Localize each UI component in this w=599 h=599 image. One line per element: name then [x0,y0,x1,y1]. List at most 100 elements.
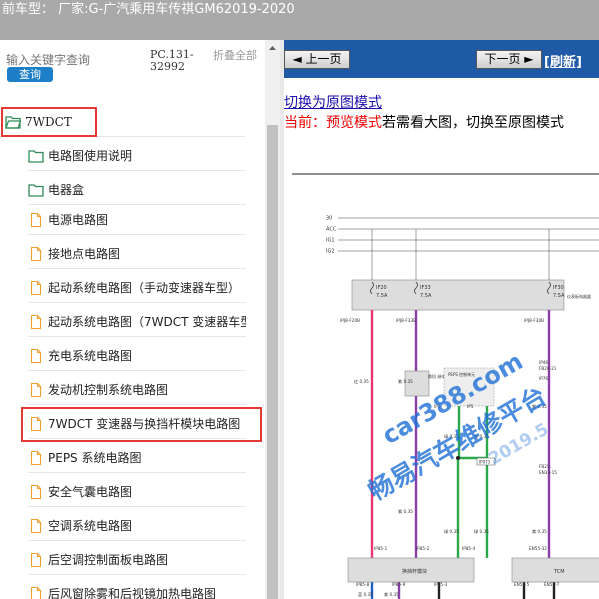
connector-label: IP85-4 [462,546,476,551]
wire-label: 紫 0.35 [532,529,547,534]
folder-icon [28,149,44,163]
mode-hint: 若需看大图，切换至原图模式 [382,115,564,131]
splice-dot [456,456,460,460]
connector-label: IP85-8 [356,582,370,587]
search-row: 查询 PC.131-32992 折叠全部 [0,40,280,96]
mode-current-label: 当前： [284,115,326,131]
car-model-title: 前车型： 厂家:G-广汽乘用车传祺GM62019-2020 [2,2,295,17]
wire-label: 绿 0.35 [444,528,459,534]
file-icon [30,518,42,533]
connector-label: EN55-7 [544,582,560,587]
connector-label: IP76 [539,376,548,381]
rail-label: IG2 [326,249,335,255]
connector-label: IP5 [434,404,441,409]
wire-label: 黄 0.35 [474,433,489,440]
pc-code-label: PC.131-32992 [150,48,194,73]
wire-label: 红 0.35 [354,378,369,384]
tree-item[interactable]: 充电系统电路图 [28,341,246,371]
file-icon [30,348,42,363]
file-icon [30,246,42,261]
fuse-name: IF30 [553,285,564,291]
wire-label: 蓝 0.35 [358,591,373,597]
fuse-rating: 7.5A [420,293,432,299]
tree-item[interactable]: 起动系统电路图（手动变速器车型） [28,273,246,303]
tree-item[interactable]: 后风窗除雾和后视镜加热电路图 [28,579,246,599]
tree-item-label: 起动系统电路图（手动变速器车型） [48,281,241,295]
file-icon [30,552,42,567]
connector-label: EN55-32 [529,546,547,551]
splice-label: IP073 [479,460,491,465]
rail-label: ACC [326,227,337,233]
tree-item[interactable]: 安全气囊电路图 [28,477,246,507]
tree-item[interactable]: 接地点电路图 [28,239,246,269]
file-icon [30,212,42,227]
tree-item[interactable]: 后空调控制面板电路图 [28,545,246,575]
tree-item[interactable]: 空调系统电路图 [28,511,246,541]
shift-module-label: 换挡杆模块 [402,568,427,575]
file-icon [30,314,42,329]
connector-label: IP85-9 [392,582,406,587]
left-panel: 查询 PC.131-32992 折叠全部 7WDCT电路图使用说明电器盒电源电路… [0,40,280,599]
fuse-name: IF33 [420,285,431,291]
fuse-rating: 7.5A [553,293,565,299]
collapse-all-button[interactable]: 折叠全部 [213,49,257,62]
title-bar: 前车型： 厂家:G-广汽乘用车传祺GM62019-2020 [0,0,599,40]
highlight-7wdct-folder [1,107,97,137]
wire-label: 紫 0.35 [398,509,413,514]
connector-label: IP5 [467,404,474,409]
tree-item-label: 发动机控制系统电路图 [48,383,169,397]
fuse-rating: 7.5A [376,293,388,299]
next-page-label: 下一页 [484,52,521,66]
next-page-button[interactable]: 下一页 ► [476,50,542,69]
prev-page-label: 上一页 [305,52,342,66]
refresh-link[interactable]: [刷新] [544,51,582,70]
connector-label: FB25 [539,464,550,469]
rail-label: 30 [326,216,332,222]
tree-item[interactable]: PEPS 系统电路图 [28,443,246,473]
connector-label: IP85-2 [416,546,430,551]
folder-icon [28,183,44,197]
tree-item-label: 电源电路图 [48,213,109,227]
tree-item-label: PEPS 系统电路图 [48,451,142,465]
circuit-diagram[interactable]: 30 ACC IG1 IG2 仪表板电器盒 IF20 7.5A IF33 7.5A IF30 7… [284,168,599,599]
file-icon [30,450,42,465]
fusebox-label: 仪表板电器盒 [567,293,591,299]
prev-page-button[interactable]: ◄ 上一页 [284,50,350,69]
tree-item-label: 安全气囊电路图 [48,485,133,499]
tree-item-label: 后空调控制面板电路图 [48,553,169,567]
peps-label: PEPS 控制单元 [448,371,475,377]
tree-item-label: 充电系统电路图 [48,349,133,363]
nav-bar: ◄ 上一页 下一页 ► [刷新] [284,40,599,78]
connector-label: IP85-3 [434,582,448,587]
scroll-thumb[interactable] [267,125,278,599]
file-icon [30,280,42,295]
connector-label: IPJB-F33B [396,318,416,323]
connector-label: IPJB-F20B [340,318,360,323]
connector-label: IP46 [539,360,548,365]
rail-label: IG1 [326,238,335,244]
file-icon [30,586,42,599]
search-button[interactable]: 查询 [7,67,53,82]
wire-label: 紫 0.35 [398,379,413,384]
tree-item-label: 接地点电路图 [48,247,121,261]
file-icon [30,382,42,397]
tree-item-label: 后风窗除雾和后视镜加热电路图 [48,587,217,599]
tree-item[interactable]: 电源电路图 [28,205,246,235]
connector-label: EN55-5 [514,582,530,587]
switch-original-mode-link[interactable]: 切换为原图模式 [284,92,382,112]
tree-item-label: 电路图使用说明 [48,149,133,163]
tree-scrollbar[interactable] [265,40,280,599]
viewer-panel: ◄ 上一页 下一页 ► [刷新] 切换为原图模式 当前：预览模式若需看大图，切换… [284,40,599,599]
tree-item-label: 起动系统电路图（7WDCT 变速器车型） [48,315,246,329]
tree-item[interactable]: 起动系统电路图（7WDCT 变速器车型） [28,307,246,337]
tcm-label: TCM [553,569,565,575]
tree-item[interactable]: 电器盒 [28,175,246,205]
scroll-up-arrow-icon[interactable] [265,42,280,54]
tree-item[interactable]: 电路图使用说明 [28,141,246,171]
connector-label: IP85-1 [374,546,388,551]
tree-item-label: 空调系统电路图 [48,519,133,533]
tree-item[interactable]: 发动机控制系统电路图 [28,375,246,405]
file-icon [30,484,42,499]
wire-label: 绿 0.35 [474,528,489,534]
connector-label: FB28-21 [539,366,557,371]
